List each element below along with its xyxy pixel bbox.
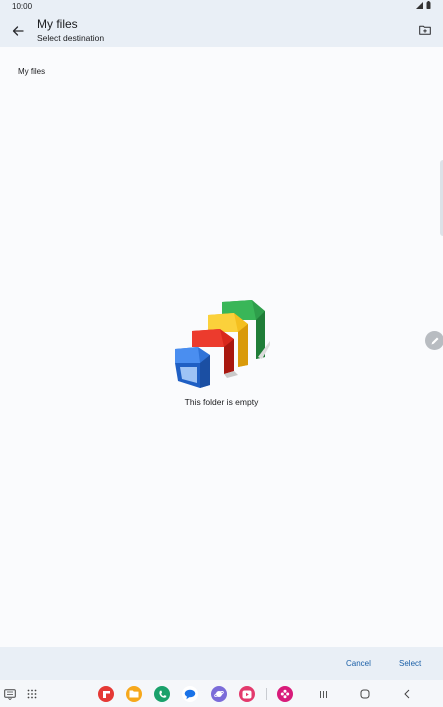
page-title: My files — [37, 17, 78, 31]
action-bar: Cancel Select — [0, 647, 443, 680]
keyboard-button[interactable] — [2, 686, 18, 702]
page-subtitle: Select destination — [37, 33, 105, 43]
folder-icon — [129, 690, 139, 698]
chat-bubble-icon — [184, 689, 196, 699]
recents-icon — [319, 690, 327, 698]
empty-folders-illustration — [175, 300, 270, 388]
arrow-back-icon — [12, 26, 24, 36]
planet-icon — [214, 691, 224, 697]
status-bar: 10:00 — [0, 0, 443, 12]
app-bar: My files Select destination — [0, 12, 443, 47]
home-button[interactable] — [357, 686, 373, 702]
flipboard-icon — [102, 690, 110, 698]
video-app[interactable] — [239, 686, 255, 702]
flower-icon — [280, 689, 290, 699]
select-button[interactable]: Select — [399, 659, 421, 668]
cancel-button[interactable]: Cancel — [346, 659, 371, 668]
breadcrumb-my-files[interactable]: My files — [18, 67, 45, 76]
apps-grid-icon — [27, 689, 37, 699]
keyboard-icon — [4, 688, 16, 700]
internet-app[interactable] — [211, 686, 227, 702]
status-icons — [416, 1, 431, 9]
messages-app[interactable] — [182, 686, 198, 702]
phone-icon — [158, 690, 166, 698]
my-files-app[interactable] — [126, 686, 142, 702]
create-folder-icon — [419, 25, 431, 35]
home-icon — [360, 689, 370, 699]
edit-button[interactable] — [425, 331, 443, 350]
back-button[interactable] — [9, 22, 27, 40]
recent-apps-button[interactable] — [315, 686, 331, 702]
phone-app[interactable] — [154, 686, 170, 702]
status-time: 10:00 — [12, 2, 33, 11]
blossom-app[interactable] — [277, 686, 293, 702]
play-icon — [242, 690, 252, 698]
apps-grid-button[interactable] — [24, 686, 40, 702]
empty-state-message: This folder is empty — [184, 397, 259, 407]
signal-icon — [416, 2, 423, 9]
blue-folder-shape — [175, 347, 210, 388]
nav-back-button[interactable] — [399, 686, 415, 702]
flipboard-app[interactable] — [98, 686, 114, 702]
battery-icon — [426, 1, 431, 9]
navigation-bar — [0, 680, 443, 707]
create-folder-button[interactable] — [417, 22, 433, 38]
nav-divider — [266, 688, 267, 700]
pencil-icon — [431, 337, 438, 344]
chevron-left-icon — [404, 689, 410, 699]
